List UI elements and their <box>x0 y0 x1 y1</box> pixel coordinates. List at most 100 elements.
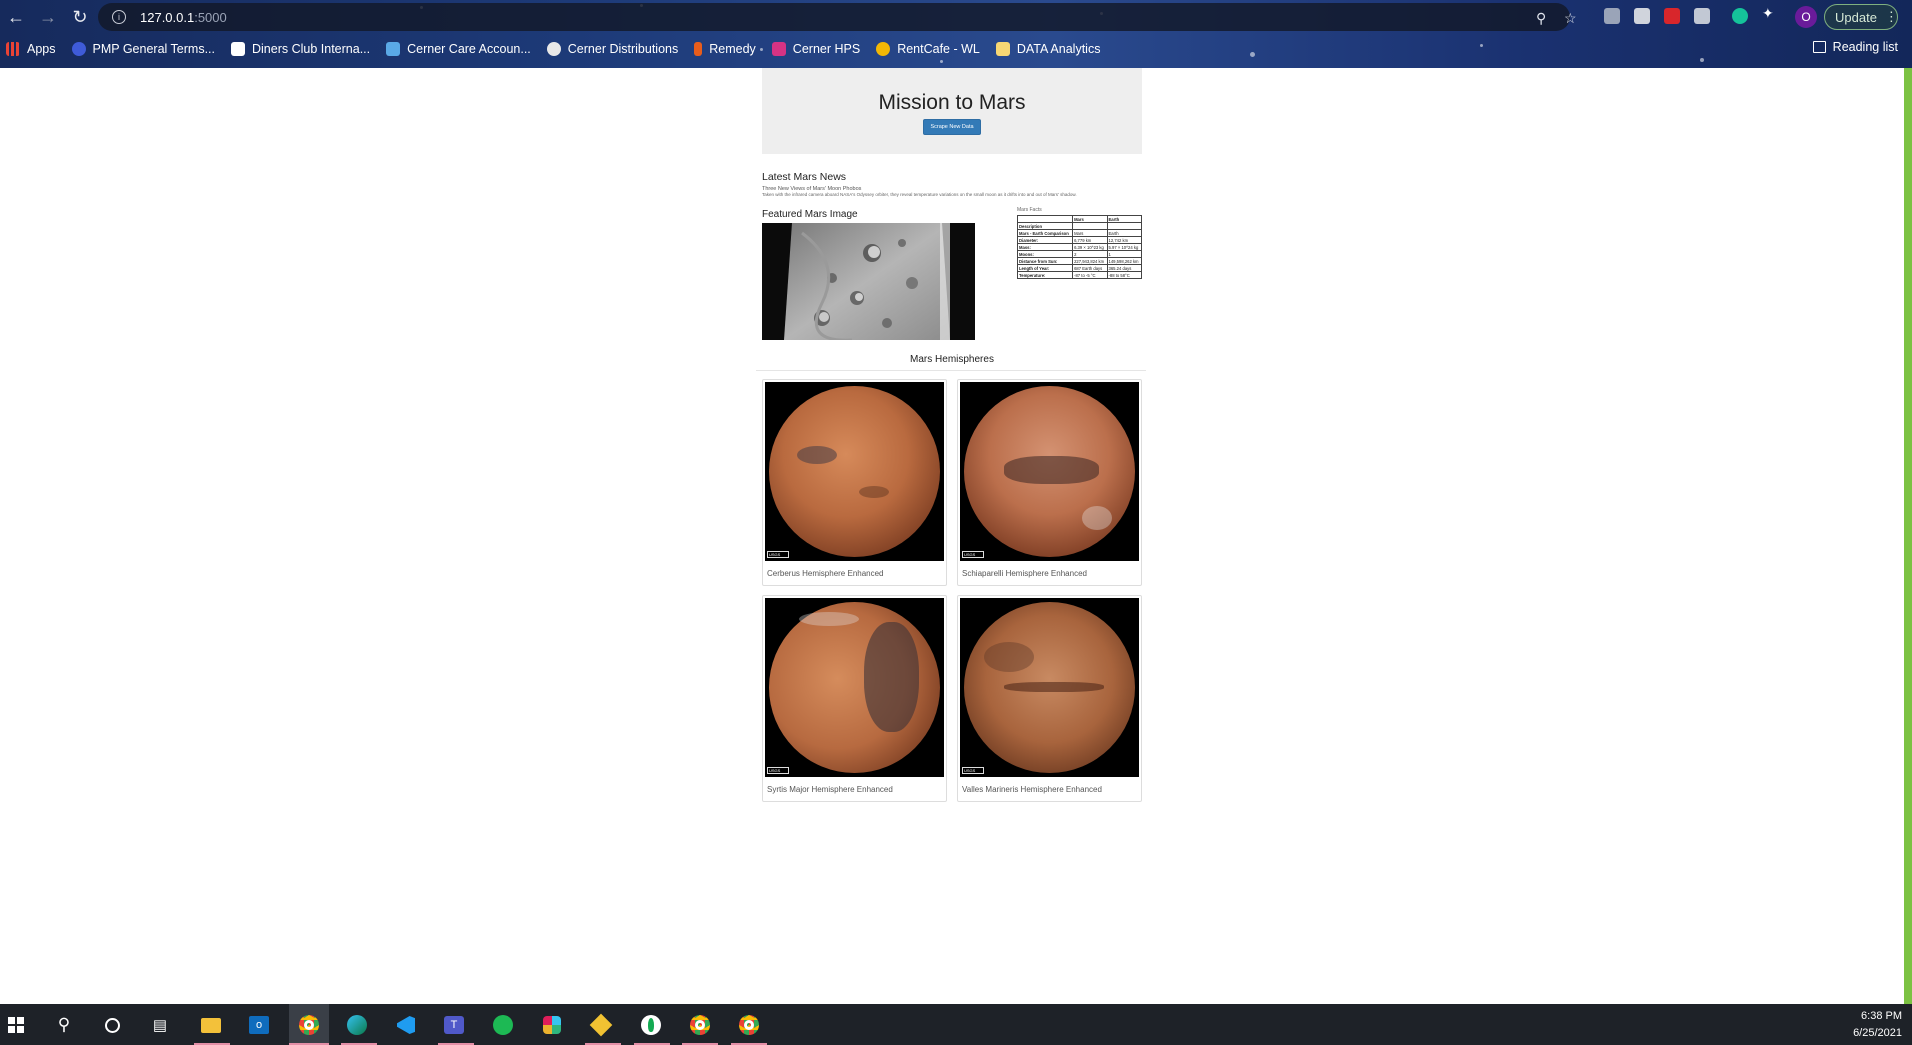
cerner-care-icon <box>386 42 401 56</box>
back-button[interactable]: ← <box>0 1 32 33</box>
git-icon[interactable] <box>589 1013 613 1037</box>
bookmark-cerner-care[interactable]: Cerner Care Accoun... <box>386 42 531 56</box>
table-cell: 365.24 days <box>1106 264 1143 272</box>
mars-globe-graphic <box>964 602 1135 773</box>
bookmark-label: Apps <box>27 42 56 56</box>
reading-list-button[interactable]: Reading list <box>1812 40 1898 54</box>
extension-grammarly-icon[interactable] <box>1732 8 1748 24</box>
search-icon[interactable]: ⚲ <box>53 1014 75 1036</box>
profile-avatar[interactable]: O <box>1795 6 1817 28</box>
hemisphere-card-syrtis-major[interactable]: USGS Syrtis Major Hemisphere Enhanced <box>762 595 947 802</box>
reading-list-icon <box>1812 41 1826 53</box>
table-row: Mars - Earth Comparison Mars Earth <box>1016 229 1143 237</box>
slack-icon[interactable] <box>541 1014 563 1036</box>
system-clock[interactable]: 6:38 PM 6/25/2021 <box>1853 1008 1902 1042</box>
featured-mars-image[interactable] <box>762 223 975 340</box>
usgs-logo-icon: USGS <box>767 551 789 558</box>
usgs-logo-icon: USGS <box>962 551 984 558</box>
usgs-logo-icon: USGS <box>962 767 984 774</box>
mars-globe-graphic <box>964 386 1135 557</box>
task-view-icon[interactable]: ▤ <box>149 1014 171 1036</box>
outlook-icon[interactable]: o <box>248 1014 270 1036</box>
table-cell: 227,943,824 km <box>1072 257 1108 265</box>
teams-icon[interactable]: T <box>443 1014 465 1036</box>
extension-k-icon[interactable] <box>1604 8 1620 24</box>
table-cell: Length of Year: <box>1016 264 1074 272</box>
featured-image-title: Featured Mars Image <box>762 209 858 220</box>
scrape-button[interactable]: Scrape New Data <box>923 119 981 135</box>
bookmark-diners[interactable]: Diners Club Interna... <box>231 42 370 56</box>
extensions-puzzle-icon[interactable]: ✦ <box>1762 5 1778 21</box>
mars-facts-table: Mars Earth Description Mars - Earth Comp… <box>1016 215 1143 279</box>
windows-start-icon[interactable] <box>5 1014 27 1036</box>
table-cell: 1 <box>1106 250 1143 258</box>
table-cell <box>1106 222 1143 230</box>
table-cell: -87 to -5 °C <box>1072 271 1108 279</box>
bookmark-label: Cerner HPS <box>792 42 861 56</box>
pmp-icon <box>71 42 86 56</box>
hemispheres-title: Mars Hemispheres <box>910 354 994 365</box>
bookmark-label: Diners Club Interna... <box>252 42 371 56</box>
table-cell: 12,742 km <box>1106 236 1143 244</box>
bookmark-apps[interactable]: Apps <box>6 42 56 56</box>
hemisphere-card-cerberus[interactable]: USGS Cerberus Hemisphere Enhanced <box>762 379 947 586</box>
remedy-icon <box>694 42 703 56</box>
taskbar: ⚲ ▤ o T 6:38 PM 6/25/2021 <box>0 1004 1912 1045</box>
extension-pocket-icon[interactable] <box>1634 8 1650 24</box>
hemisphere-card-schiaparelli[interactable]: USGS Schiaparelli Hemisphere Enhanced <box>957 379 1142 586</box>
diners-club-icon <box>231 42 245 56</box>
hemisphere-image[interactable]: USGS <box>765 382 944 561</box>
address-bar[interactable]: i 127.0.0.1:5000 ⚲ ☆ <box>98 3 1577 31</box>
page-content: Mission to Mars Scrape New Data Latest M… <box>0 68 1904 1004</box>
extension-cast-icon[interactable] <box>1694 8 1710 24</box>
bookmark-cerner-distributions[interactable]: Cerner Distributions <box>546 42 678 56</box>
extension-acrobat-icon[interactable] <box>1664 8 1680 24</box>
mongodb-icon[interactable] <box>640 1014 662 1036</box>
bookmark-label: DATA Analytics <box>1016 42 1101 56</box>
divider <box>756 370 1146 371</box>
update-button[interactable]: Update ⋮ <box>1824 4 1898 30</box>
hemisphere-caption: Syrtis Major Hemisphere Enhanced <box>767 785 893 794</box>
url-host: 127.0.0.1 <box>140 9 195 25</box>
clock-date: 6/25/2021 <box>1853 1027 1902 1039</box>
forward-button[interactable]: → <box>32 1 64 33</box>
bookmark-label: RentCafe - WL <box>897 42 980 56</box>
table-row: Description <box>1016 222 1143 230</box>
bookmark-label: Cerner Care Accoun... <box>407 42 531 56</box>
zoom-icon[interactable]: ⚲ <box>1536 10 1546 27</box>
bookmark-data-analytics[interactable]: DATA Analytics <box>995 42 1101 56</box>
chrome-icon[interactable] <box>738 1014 760 1036</box>
reload-button[interactable]: ↻ <box>64 1 96 33</box>
hemisphere-image[interactable]: USGS <box>960 382 1139 561</box>
chrome-icon[interactable] <box>689 1014 711 1036</box>
table-cell: 2 <box>1072 250 1108 258</box>
more-menu-icon[interactable]: ⋮ <box>1885 9 1898 25</box>
site-info-icon[interactable]: i <box>112 10 126 24</box>
hemisphere-image[interactable]: USGS <box>960 598 1139 777</box>
table-row: Diameter: 6,779 km 12,742 km <box>1016 236 1143 244</box>
vscode-icon[interactable] <box>395 1014 417 1036</box>
bookmark-rentcafe[interactable]: RentCafe - WL <box>876 42 980 56</box>
browser-chrome: ← → ↻ i 127.0.0.1:5000 ⚲ ☆ ✦ O Update ⋮ A… <box>0 0 1912 68</box>
bookmark-remedy[interactable]: Remedy <box>694 42 756 56</box>
table-row: Mass: 6.39 × 10^23 kg 5.97 × 10^24 kg <box>1016 243 1143 251</box>
table-header-cell: Mars <box>1072 215 1108 223</box>
cortana-icon[interactable] <box>101 1014 123 1036</box>
hemisphere-image[interactable]: USGS <box>765 598 944 777</box>
table-cell: Earth <box>1106 229 1143 237</box>
table-cell: 6,779 km <box>1072 236 1108 244</box>
mars-globe-graphic <box>769 386 940 557</box>
edge-icon[interactable] <box>346 1014 368 1036</box>
chrome-icon[interactable] <box>298 1014 320 1036</box>
bookmark-label: Remedy <box>709 42 756 56</box>
bookmark-cerner-hps[interactable]: Cerner HPS <box>771 42 861 56</box>
table-cell: Mass: <box>1016 243 1074 251</box>
globe-icon <box>546 42 561 56</box>
page-title: Mission to Mars <box>878 91 1026 114</box>
bookmark-star-icon[interactable]: ☆ <box>1564 10 1577 27</box>
bookmark-pmp[interactable]: PMP General Terms... <box>71 42 215 56</box>
table-cell: Mars - Earth Comparison <box>1016 229 1074 237</box>
file-explorer-icon[interactable] <box>200 1014 222 1036</box>
hemisphere-card-valles-marineris[interactable]: USGS Valles Marineris Hemisphere Enhance… <box>957 595 1142 802</box>
spotify-icon[interactable] <box>492 1014 514 1036</box>
